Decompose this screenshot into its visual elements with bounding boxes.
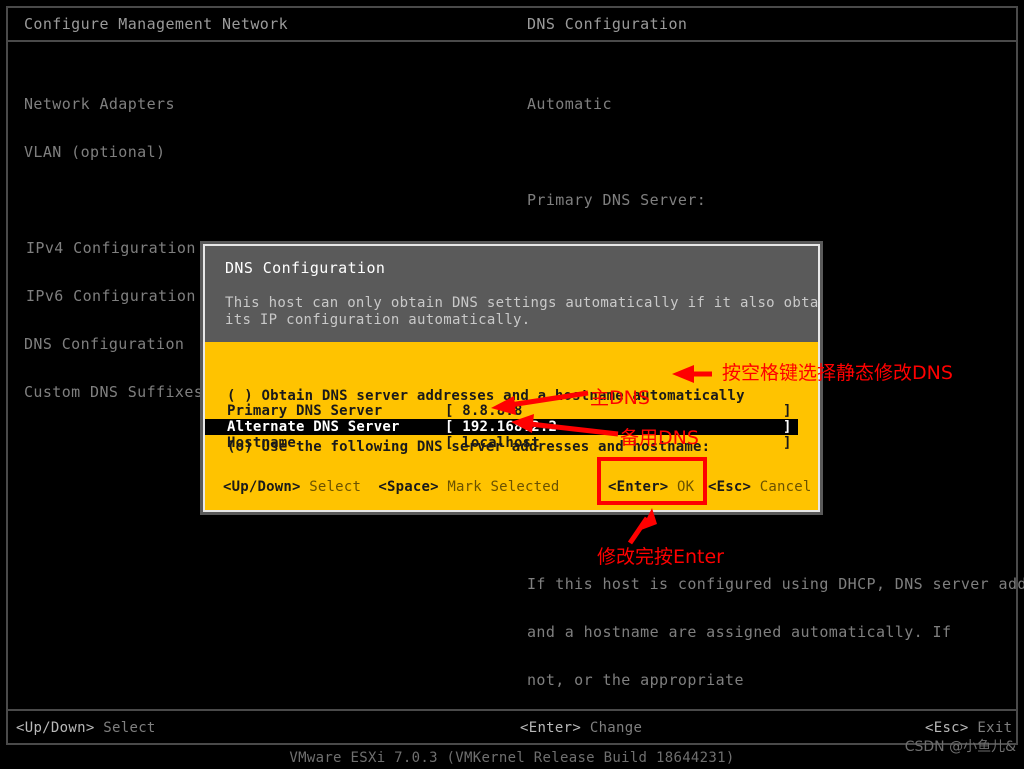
dialog-hint-enter-ok[interactable]: <Enter> OK [608,479,694,495]
field-value-alternate-dns[interactable]: [ 192.168.2.2 [445,419,557,435]
left-panel-title: Configure Management Network [24,15,289,33]
dialog-esc-action: Cancel [751,479,812,495]
footer-esc-key: <Esc> [925,720,969,736]
field-closer-hostname: ] [783,435,792,451]
right-panel-title: DNS Configuration [527,15,688,33]
dialog-enter-action: OK [668,479,695,495]
dialog-space-action: Mark Selected [438,479,560,495]
configure-network-menu: Network Adapters VLAN (optional) IPv4 Co… [24,64,203,432]
field-value-hostname[interactable]: [ localhost [445,435,540,451]
field-label-hostname: Hostname [227,435,297,451]
footer-updown-key: <Up/Down> [16,720,95,736]
footer-esc-action: Exit [968,720,1013,736]
dns-help-line-2: and a hostname are assigned automaticall… [527,623,952,641]
menu-item-ipv4-configuration[interactable]: IPv4 Configuration [24,240,203,256]
dns-help-line-1: If this host is configured using DHCP, D… [527,575,1024,593]
field-row-primary-dns[interactable]: Primary DNS Server [ 8.8.8.8 ] [205,403,818,419]
dialog-body: ( ) Obtain DNS server addresses and a ho… [205,342,818,510]
dialog-esc-key: <Esc> [708,479,752,495]
dns-fields-list: Primary DNS Server [ 8.8.8.8 ] Alternate… [205,403,818,451]
csdn-watermark: CSDN @小鱼儿& [904,739,1016,755]
footer-hint-enter[interactable]: <Enter> Change [520,720,642,736]
dialog-enter-key: <Enter> [608,479,669,495]
footer-enter-key: <Enter> [520,720,582,736]
primary-dns-label: Primary DNS Server: [527,191,707,209]
dialog-updown-key: <Up/Down> [223,479,301,495]
radio-marker-automatic: ( ) [227,388,253,404]
header-separator [8,40,1016,42]
dialog-space-key: <Space> [378,479,439,495]
dcui-screen: Configure Management Network DNS Configu… [0,0,1024,769]
menu-item-ipv6-configuration[interactable]: IPv6 Configuration [24,288,203,304]
menu-item-vlan[interactable]: VLAN (optional) [24,144,203,160]
field-row-hostname[interactable]: Hostname [ localhost ] [205,435,818,451]
radio-label-automatic: Obtain DNS server addresses and a hostna… [252,388,745,404]
dialog-inner-frame: DNS Configuration This host can only obt… [203,244,820,512]
dialog-updown-action: Select [300,479,362,495]
menu-item-custom-dns-suffixes[interactable]: Custom DNS Suffixes [24,384,203,400]
frame-border-top [6,6,1018,8]
dialog-description: This host can only obtain DNS settings a… [225,295,818,329]
dns-help-line-3: not, or the appropriate [527,671,744,689]
field-row-alternate-dns[interactable]: Alternate DNS Server [ 192.168.2.2 ] [205,419,798,435]
footer-hint-esc[interactable]: <Esc> Exit [925,720,1012,736]
dialog-description-line-2: its IP configuration automatically. [225,312,531,328]
dialog-hint-gap [361,479,378,495]
info-spacer-1 [527,144,1024,160]
dialog-header: DNS Configuration This host can only obt… [205,246,818,342]
frame-border-left [6,6,8,745]
esxi-version-string: VMware ESXi 7.0.3 (VMKernel Release Buil… [289,750,735,766]
footer-updown-action: Select [94,720,156,736]
dialog-description-line-1: This host can only obtain DNS settings a… [225,295,820,311]
field-label-primary-dns: Primary DNS Server [227,403,383,419]
dns-configuration-dialog: DNS Configuration This host can only obt… [200,241,823,515]
footer-hint-updown[interactable]: <Up/Down> Select [16,720,156,736]
field-closer-primary-dns: ] [783,403,792,419]
footer-enter-action: Change [581,720,643,736]
dialog-title: DNS Configuration [225,259,386,277]
dns-mode-value: Automatic [527,95,612,113]
menu-item-network-adapters[interactable]: Network Adapters [24,96,203,112]
field-closer-alternate-dns: ] [783,419,792,435]
menu-spacer [24,192,203,208]
menu-item-dns-configuration[interactable]: DNS Configuration [24,336,203,352]
field-value-primary-dns[interactable]: [ 8.8.8.8 [445,403,523,419]
field-label-alternate-dns: Alternate DNS Server [227,419,400,435]
dialog-hint-esc-cancel[interactable]: <Esc> Cancel [708,479,812,495]
dialog-hint-updown-space[interactable]: <Up/Down> Select <Space> Mark Selected [223,479,560,495]
dns-help-text: If this host is configured using DHCP, D… [527,544,1024,720]
